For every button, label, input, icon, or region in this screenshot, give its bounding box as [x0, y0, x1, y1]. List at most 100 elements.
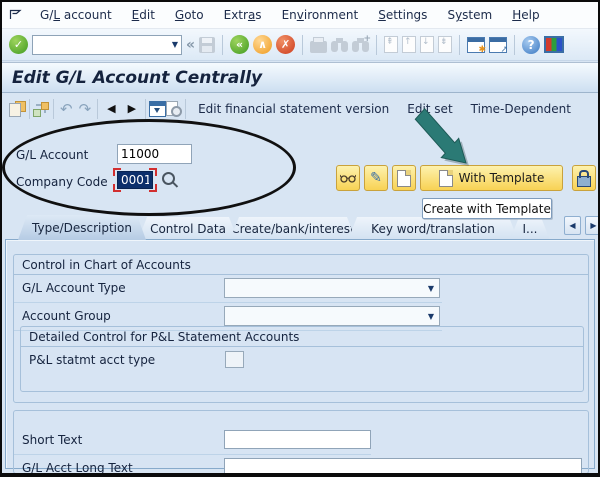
with-template-button[interactable]: With Template [420, 165, 563, 191]
menu-bar: G/L account Edit Goto Extras Environment… [2, 2, 598, 29]
chevron-right-icon: ▶ [590, 221, 597, 230]
menu-help[interactable]: Help [502, 4, 549, 26]
redo-icon[interactable]: ↷ [76, 100, 95, 118]
previous-account-icon[interactable]: ◀ [101, 102, 121, 115]
create-button[interactable] [392, 165, 416, 191]
group-detailed-control-pl: Detailed Control for P&L Statement Accou… [20, 326, 584, 392]
enter-check-icon[interactable]: ✓ [9, 35, 28, 54]
last-page-icon[interactable]: ⇟ [438, 36, 453, 53]
field-row: Short Text [14, 427, 371, 455]
group-control-chart-of-accounts: Control in Chart of Accounts G/L Account… [13, 254, 589, 403]
previous-page-icon[interactable]: ↑ [402, 36, 417, 53]
find-icon[interactable] [331, 37, 349, 52]
tab-content-panel: Control in Chart of Accounts G/L Account… [5, 239, 595, 473]
new-session-icon[interactable]: ✱ [467, 36, 486, 54]
tab-control-data[interactable]: Control Data [138, 217, 238, 240]
menu-edit[interactable]: Edit [122, 4, 165, 26]
command-dropdown-icon[interactable]: ▼ [169, 40, 181, 49]
pencil-icon: ✎ [370, 170, 382, 186]
display-button[interactable] [336, 165, 360, 191]
standard-toolbar: ✓ ▼ « « ∧ ✗ + ⇞ ↑ ↓ ⇟ ✱ ↗ ? [2, 29, 598, 61]
time-dependent-button[interactable]: Time-Dependent [462, 98, 580, 120]
undo-icon[interactable]: ↶ [57, 100, 76, 118]
chevron-down-icon: ▼ [427, 311, 434, 321]
tooltip: Create with Template [422, 198, 552, 219]
toolbar-separator [145, 98, 147, 119]
toolbar-separator [514, 34, 516, 55]
menu-extras[interactable]: Extras [214, 4, 272, 26]
account-group-dropdown[interactable]: ▼ [224, 306, 440, 326]
focus-corner [113, 168, 121, 176]
exit-icon[interactable]: ∧ [253, 35, 273, 54]
short-text-input[interactable] [224, 430, 371, 449]
group-title: Detailed Control for P&L Statement Accou… [21, 327, 583, 347]
gl-acct-long-text-input[interactable] [224, 458, 582, 473]
menu-settings[interactable]: Settings [368, 4, 437, 26]
customize-layout-icon[interactable] [544, 36, 565, 53]
save-icon[interactable] [199, 36, 216, 53]
gl-account-type-label: G/L Account Type [22, 281, 126, 295]
chevron-down-icon: ▼ [427, 283, 434, 293]
focus-corner [113, 184, 121, 192]
system-menu-icon[interactable] [9, 8, 24, 23]
first-page-icon[interactable]: ⇞ [384, 36, 399, 53]
menu-environment[interactable]: Environment [272, 4, 369, 26]
print-icon[interactable] [310, 36, 328, 53]
next-page-icon[interactable]: ↓ [420, 36, 435, 53]
search-icon[interactable] [162, 172, 175, 185]
field-row: P&L statmt acct type [21, 347, 583, 374]
next-account-icon[interactable]: ▶ [122, 102, 142, 115]
company-code-input[interactable] [117, 171, 153, 189]
menu-system[interactable]: System [437, 4, 502, 26]
pl-statmt-acct-type-input[interactable] [225, 351, 244, 368]
tab-key-word-translation[interactable]: Key word/translation [348, 217, 518, 240]
with-template-label: With Template [458, 171, 545, 185]
collapse-toolbar-icon[interactable]: « [186, 37, 195, 53]
toolbar-separator [97, 98, 99, 119]
menu-goto[interactable]: Goto [165, 4, 214, 26]
command-field[interactable]: ▼ [32, 34, 182, 55]
focus-corner [149, 184, 157, 192]
toolbar-separator [222, 34, 224, 55]
edit-set-button[interactable]: Edit set [398, 98, 461, 120]
application-toolbar: ↶ ↷ ◀ ▶ Edit financial statement version… [2, 92, 598, 125]
find-next-icon[interactable]: + [352, 34, 371, 52]
group-title: Control in Chart of Accounts [14, 255, 588, 275]
menu-gl-account[interactable]: G/L account [30, 4, 122, 26]
field-row: G/L Account Type ▼ [14, 275, 442, 303]
tab-create-bank-interest[interactable]: Create/bank/interest [230, 217, 356, 240]
pl-statmt-acct-type-label: P&L statmt acct type [29, 353, 156, 367]
glasses-icon [340, 174, 356, 183]
related-objects-icon[interactable] [33, 101, 50, 117]
tab-type-description[interactable]: Type/Description [18, 215, 146, 240]
gl-account-label: G/L Account [16, 148, 89, 162]
toolbar-separator [302, 34, 304, 55]
tab-scroll-left-button[interactable]: ◀ [564, 216, 581, 235]
display-changes-icon[interactable] [166, 100, 183, 117]
toolbar-separator [376, 34, 378, 55]
blank-document-icon [397, 169, 411, 187]
cancel-icon[interactable]: ✗ [276, 35, 296, 54]
toolbar-separator [53, 98, 54, 119]
edit-financial-statement-version-button[interactable]: Edit financial statement version [189, 98, 398, 120]
command-input[interactable] [33, 36, 169, 53]
toolbar-separator [459, 34, 461, 55]
block-icon[interactable] [149, 100, 167, 117]
gl-account-input[interactable] [117, 144, 192, 164]
document-icon [438, 169, 453, 187]
toolbar-separator [29, 98, 30, 119]
gl-acct-long-text-label: G/L Acct Long Text [22, 461, 133, 475]
back-icon[interactable]: « [230, 35, 250, 54]
create-shortcut-icon[interactable]: ↗ [489, 36, 508, 54]
lock-button[interactable] [572, 165, 596, 191]
change-button[interactable]: ✎ [364, 165, 388, 191]
gl-account-type-dropdown[interactable]: ▼ [224, 278, 440, 298]
short-text-label: Short Text [22, 433, 83, 447]
company-code-label: Company Code [16, 175, 108, 189]
tab-scroll-right-button[interactable]: ▶ [585, 216, 598, 235]
help-icon[interactable]: ? [522, 35, 541, 54]
field-row: G/L Acct Long Text [14, 455, 588, 475]
account-group-label: Account Group [22, 309, 111, 323]
tab-information[interactable]: I... [510, 217, 550, 240]
copy-object-icon[interactable] [9, 100, 26, 117]
